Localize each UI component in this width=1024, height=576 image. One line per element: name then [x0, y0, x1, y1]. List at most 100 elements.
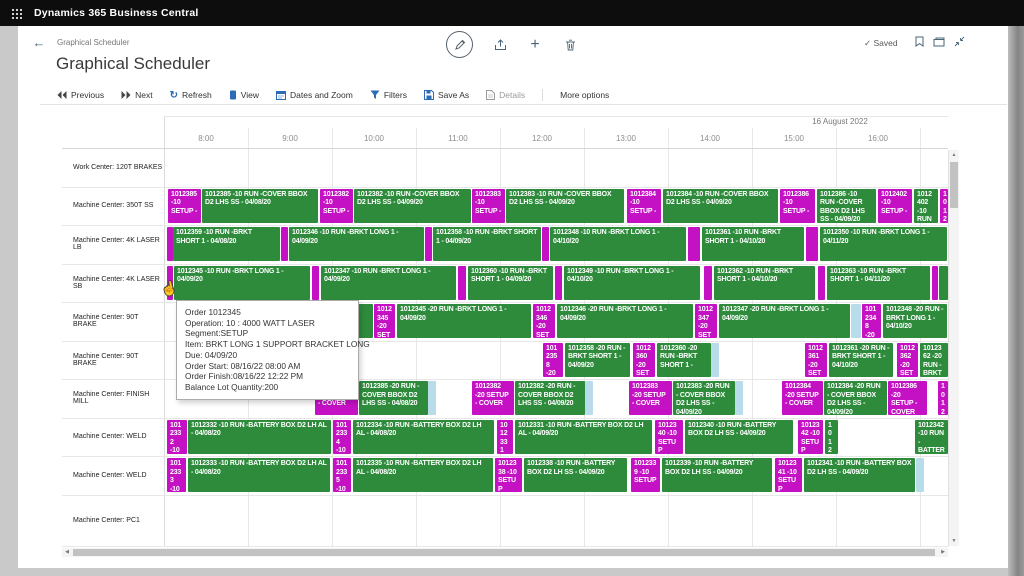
gantt-bar-setup[interactable]: 1012402 -20 SETUP - COVER — [938, 381, 948, 415]
gantt-bar-run[interactable]: 1012347 -10 RUN -BRKT LONG 1 - 04/09/20 — [321, 266, 456, 300]
edit-pencil-button[interactable] — [446, 31, 473, 58]
gantt-bar-setup[interactable]: 1012333 -10 SETUP — [167, 458, 186, 492]
gantt-bar-setup[interactable] — [704, 266, 712, 300]
gantt-bar-setup[interactable] — [542, 227, 549, 261]
gantt-bar-wait[interactable] — [585, 381, 593, 415]
gantt-bar-setup[interactable]: 1012384 -10 SETUP - — [627, 189, 661, 223]
gantt-bar-setup[interactable]: 1012384 -20 SETUP - COVER — [782, 381, 823, 415]
gantt-bar-run[interactable]: 1012348 -20 RUN -BRKT LONG 1 - 04/10/20 — [883, 304, 947, 338]
action-details[interactable]: Details — [486, 90, 525, 100]
horizontal-scrollbar[interactable]: ◀ ▶ — [62, 548, 948, 557]
gantt-bar-setup[interactable]: 1012345 -20 SETUP — [374, 304, 395, 338]
gantt-bar-setup[interactable]: 1012331 -10 SETUP — [497, 420, 513, 454]
gantt-bar-setup[interactable]: 1012362 -20 SETUP — [897, 343, 918, 377]
gantt-bar-run[interactable]: 1012345 -20 RUN -BRKT LONG 1 - 04/09/20 — [397, 304, 531, 338]
gantt-bar-setup[interactable] — [806, 227, 818, 261]
action-view[interactable]: View — [229, 90, 259, 100]
gantt-bar-run[interactable]: 1012345 -10 RUN -BRKT LONG 1 - 04/09/20 — [174, 266, 310, 300]
gantt-bar-wait[interactable] — [428, 381, 436, 415]
gantt-bar-run[interactable]: 1012385 -20 RUN - COVER BBOX D2 LHS SS -… — [359, 381, 428, 415]
share-button[interactable] — [492, 37, 508, 53]
gantt-bar-run[interactable]: 1012349 -10 RUN -BRKT LONG 1 - 04/10/20 — [564, 266, 700, 300]
gantt-bar-setup[interactable]: 1012339 -10 SETUP — [631, 458, 660, 492]
action-save-as[interactable]: Save As — [424, 90, 469, 100]
gantt-bar-run[interactable]: 1012402 -10 RUN - — [914, 189, 938, 223]
gantt-bar-setup[interactable]: 1012382 -10 SETUP - — [320, 189, 353, 223]
gantt-bar-run[interactable]: 1012346 -20 RUN -BRKT LONG 1 - 04/09/20 — [557, 304, 693, 338]
gantt-bar-run[interactable]: 1012346 -10 RUN -BRKT LONG 1 - 04/09/20 — [289, 227, 424, 261]
gantt-bar-run[interactable]: 1012331 -10 RUN -BATTERY BOX D2 LH AL - … — [515, 420, 652, 454]
action-dates-and-zoom[interactable]: Dates and Zoom — [276, 90, 353, 100]
gantt-bar-run[interactable]: 1012333 -10 RUN -BATTERY BOX D2 LH AL - … — [188, 458, 330, 492]
gantt-bar-wait[interactable] — [916, 458, 924, 492]
gantt-bar-setup[interactable]: 1012382 -20 SETUP - COVER — [472, 381, 514, 415]
gantt-bar-setup[interactable]: 1012346 -20 SETUP — [533, 304, 555, 338]
gantt-bar-setup[interactable]: 1012348 -20 SETUP — [862, 304, 881, 338]
gantt-bar-run[interactable]: 1012362 -10 RUN -BRKT SHORT 1 - 04/10/20 — [714, 266, 815, 300]
gantt-bar-run[interactable]: 1012340 -10 RUN -BATTERY BOX D2 LH SS - … — [685, 420, 793, 454]
gantt-bar-setup[interactable]: 1012403 -10 SETUP - — [940, 189, 948, 223]
gantt-bar-run[interactable]: 1012338 -10 RUN -BATTERY BOX D2 LH SS - … — [524, 458, 627, 492]
gantt-bar-run[interactable]: 1012382 -10 RUN -COVER BBOX D2 LHS SS - … — [354, 189, 471, 223]
gantt-bar-run[interactable]: 1012363 -10 RUN -BRKT SHORT 1 - 04/11/20 — [827, 266, 930, 300]
gantt-bar-run[interactable]: 1012361 -10 RUN -BRKT SHORT 1 - 04/10/20 — [702, 227, 804, 261]
gantt-bar-run[interactable]: 1012358 -10 RUN -BRKT SHORT 1 - 04/09/20 — [433, 227, 541, 261]
gantt-bar-setup[interactable]: 1012334 -10 SETUP — [333, 420, 351, 454]
action-filters[interactable]: Filters — [370, 90, 407, 100]
gantt-bar-setup[interactable]: 1012332 -10 SETUP — [167, 420, 187, 454]
action-next[interactable]: Next — [121, 90, 152, 100]
popout-button[interactable] — [933, 37, 945, 47]
gantt-bar-run[interactable]: 1012342 -10 RUN -BATTERY BOX D2 L — [915, 420, 948, 454]
action-refresh[interactable]: ↻Refresh — [170, 90, 212, 100]
gantt-bar-run[interactable]: 1012359 -10 RUN -BRKT SHORT 1 - 04/08/20 — [173, 227, 280, 261]
gantt-bar-run[interactable]: 1012341 -10 RUN -BATTERY BOX D2 LH SS - … — [804, 458, 915, 492]
gantt-bar-run[interactable]: 1012358 -20 RUN - BRKT SHORT 1 - 04/09/2… — [565, 343, 630, 377]
gantt-bar-run[interactable]: 1012384 -20 RUN - COVER BBOX D2 LHS SS -… — [824, 381, 887, 415]
gantt-bar-run[interactable]: 1012332 -10 RUN -BATTERY BOX D2 LH AL - … — [188, 420, 331, 454]
gantt-bar-run[interactable]: 1012384 -10 RUN -COVER BBOX D2 LHS SS - … — [663, 189, 778, 223]
gantt-bar-setup[interactable]: 1012385 -10 SETUP - — [168, 189, 201, 223]
gantt-bar-setup[interactable]: 1012383 -20 SETUP - COVER — [629, 381, 672, 415]
gantt-bar-run[interactable]: 1012361 -20 RUN - BRKT SHORT 1 - 04/10/2… — [829, 343, 893, 377]
gantt-bar-run[interactable]: 1012350 -10 RUN -BRKT LONG 1 - 04/11/20 — [820, 227, 947, 261]
gantt-bar-wait[interactable] — [711, 343, 719, 377]
horizontal-scroll-thumb[interactable] — [73, 549, 935, 556]
scroll-right-arrow[interactable]: ▶ — [938, 548, 948, 557]
gantt-bar-setup[interactable]: 1012342 -10 SETUP — [798, 420, 823, 454]
add-button[interactable]: + — [527, 37, 543, 53]
action-more-options[interactable]: More options — [560, 90, 609, 100]
gantt-bar-wait[interactable] — [735, 381, 743, 415]
gantt-bar-setup[interactable] — [818, 266, 825, 300]
gantt-bar-setup[interactable] — [425, 227, 432, 261]
gantt-bar-run[interactable]: 1012342 -10 RUN — [825, 420, 838, 454]
gantt-bar-run[interactable]: 1012348 -10 RUN -BRKT LONG 1 - 04/10/20 — [550, 227, 686, 261]
scroll-left-arrow[interactable]: ◀ — [62, 548, 72, 557]
gantt-bar-run[interactable] — [939, 266, 948, 300]
gantt-bar-run[interactable]: 1012382 -20 RUN - COVER BBOX D2 LHS SS -… — [515, 381, 585, 415]
gantt-bar-run[interactable]: 1012386 -10 RUN -COVER BBOX D2 LHS SS - … — [817, 189, 876, 223]
delete-button[interactable] — [562, 37, 578, 53]
scroll-up-arrow[interactable]: ▲ — [949, 150, 959, 160]
back-button[interactable]: ← — [29, 33, 49, 53]
collapse-button[interactable] — [954, 36, 965, 47]
vertical-scrollbar[interactable]: ▲ ▼ — [948, 150, 959, 546]
gantt-bar-setup[interactable]: 1012341 -10 SETUP — [775, 458, 802, 492]
gantt-bar-run[interactable]: 1012335 -10 RUN -BATTERY BOX D2 LH AL - … — [353, 458, 493, 492]
gantt-bar-setup[interactable]: 1012360 -20 SETUP — [633, 343, 655, 377]
gantt-bar-setup[interactable] — [281, 227, 288, 261]
gantt-bar-run[interactable]: 1012339 -10 RUN -BATTERY BOX D2 LH SS - … — [662, 458, 772, 492]
gantt-bar-setup[interactable]: 1012358 -20 SETUP — [543, 343, 563, 377]
gantt-bar-wait[interactable] — [851, 304, 861, 338]
scroll-down-arrow[interactable]: ▼ — [949, 536, 959, 546]
gantt-bar-run[interactable]: 1012347 -20 RUN -BRKT LONG 1 - 04/09/20 — [719, 304, 850, 338]
action-previous[interactable]: Previous — [57, 90, 104, 100]
gantt-bar-run[interactable]: 1012362 -20 RUN -BRKT SHORT 1 - 04/10/20 — [920, 343, 948, 377]
gantt-bar-run[interactable]: 1012334 -10 RUN -BATTERY BOX D2 LH AL - … — [353, 420, 494, 454]
vertical-scroll-thumb[interactable] — [950, 162, 958, 208]
gantt-bar-setup[interactable]: 1012338 -10 SETUP — [495, 458, 522, 492]
bookmark-button[interactable] — [915, 36, 924, 47]
gantt-bar-setup[interactable] — [932, 266, 938, 300]
gantt-bar-setup[interactable]: 1012347 -20 SETUP — [695, 304, 717, 338]
gantt-bar-setup[interactable] — [555, 266, 562, 300]
gantt-bar-run[interactable]: 1012383 -10 RUN -COVER BBOX D2 LHS SS - … — [506, 189, 624, 223]
